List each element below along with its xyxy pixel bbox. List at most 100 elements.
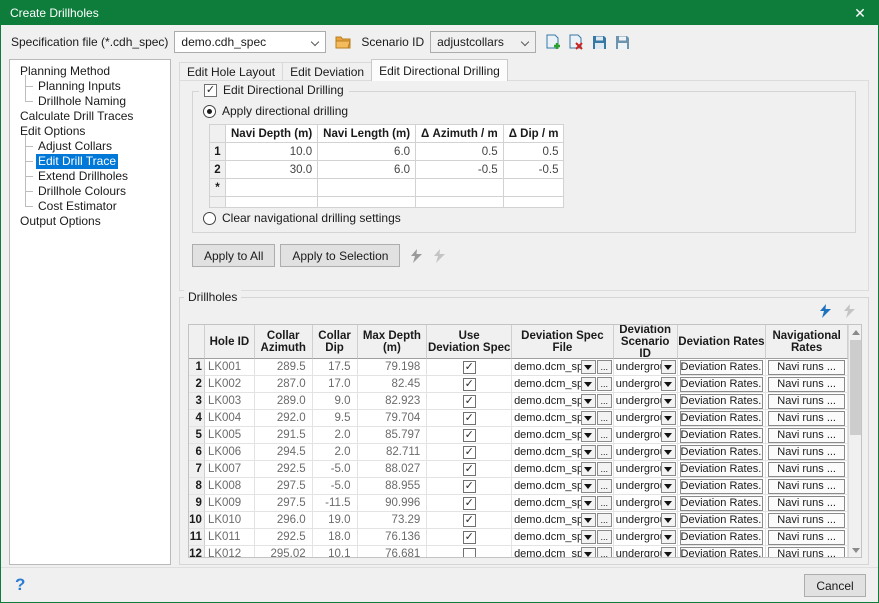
collar-azimuth-cell[interactable]: 287.0 <box>255 376 313 393</box>
use-deviation-checkbox[interactable]: ✓ <box>463 514 476 527</box>
collar-dip-cell[interactable]: 18.0 <box>313 529 358 546</box>
use-deviation-checkbox[interactable]: ✓ <box>463 361 476 374</box>
deviation-spec-browse-button[interactable]: ... <box>597 547 612 557</box>
clear-navigational-option[interactable]: Clear navigational drilling settings <box>203 211 401 225</box>
deviation-spec-dropdown-icon[interactable] <box>581 547 596 557</box>
tab-edit-directional-drilling[interactable]: Edit Directional Drilling <box>371 59 508 81</box>
deviation-spec-browse-button[interactable]: ... <box>597 462 612 476</box>
collar-azimuth-cell[interactable]: 289.0 <box>255 393 313 410</box>
use-deviation-checkbox[interactable]: ✓ <box>463 446 476 459</box>
delta-dip-cell[interactable]: 0.5 <box>503 143 564 161</box>
delta-azimuth-cell[interactable] <box>416 179 504 197</box>
deviation-spec-dropdown-icon[interactable] <box>581 360 596 374</box>
hole-id-cell[interactable]: LK005 <box>205 427 255 444</box>
deviation-scenario-dropdown-icon[interactable] <box>661 513 676 527</box>
apply-to-all-button[interactable]: Apply to All <box>192 244 275 267</box>
sidebar-item-drillhole-colours[interactable]: Drillhole Colours <box>14 184 170 199</box>
navi-depth-cell[interactable] <box>226 179 318 197</box>
apply-flash-icon[interactable] <box>410 249 423 263</box>
collar-azimuth-cell[interactable]: 292.5 <box>255 461 313 478</box>
apply-directional-drilling-option[interactable]: Apply directional drilling <box>203 104 348 118</box>
collar-dip-cell[interactable]: 19.0 <box>313 512 358 529</box>
row-number[interactable]: 6 <box>189 444 205 461</box>
row-number[interactable]: 9 <box>189 495 205 512</box>
deviation-scenario-dropdown-icon[interactable] <box>661 428 676 442</box>
row-number[interactable]: 8 <box>189 478 205 495</box>
deviation-spec-browse-button[interactable]: ... <box>597 530 612 544</box>
row-number[interactable]: 3 <box>189 393 205 410</box>
sidebar-item-planning-inputs[interactable]: Planning Inputs <box>14 79 170 94</box>
max-depth-cell[interactable]: 82.711 <box>358 444 428 461</box>
hole-id-cell[interactable]: LK003 <box>205 393 255 410</box>
new-scenario-icon[interactable] <box>544 33 562 51</box>
vertical-scrollbar[interactable] <box>848 325 861 557</box>
sidebar-item-output-options[interactable]: Output Options <box>14 214 170 229</box>
navigational-rates-button[interactable]: Navi runs ... <box>768 462 845 477</box>
hole-id-cell[interactable]: LK011 <box>205 529 255 546</box>
collar-dip-cell[interactable]: -11.5 <box>313 495 358 512</box>
hole-id-cell[interactable]: LK002 <box>205 376 255 393</box>
collar-azimuth-cell[interactable]: 291.5 <box>255 427 313 444</box>
navi-depth-cell[interactable]: 10.0 <box>226 143 318 161</box>
max-depth-cell[interactable]: 88.955 <box>358 478 428 495</box>
sidebar-item-calculate-drill-traces[interactable]: Calculate Drill Traces <box>14 109 170 124</box>
row-number[interactable]: 11 <box>189 529 205 546</box>
delta-dip-cell[interactable] <box>503 197 564 208</box>
collar-azimuth-cell[interactable]: 289.5 <box>255 359 313 376</box>
deviation-rates-button[interactable]: Deviation Rates... <box>680 479 764 494</box>
clear-navigational-radio[interactable] <box>203 212 216 225</box>
hole-id-cell[interactable]: LK009 <box>205 495 255 512</box>
deviation-rates-button[interactable]: Deviation Rates... <box>680 513 764 528</box>
sidebar-item-cost-estimator[interactable]: Cost Estimator <box>14 199 170 214</box>
delete-scenario-icon[interactable] <box>567 33 585 51</box>
deviation-spec-browse-button[interactable]: ... <box>597 411 612 425</box>
row-number[interactable]: 5 <box>189 427 205 444</box>
deviation-scenario-dropdown-icon[interactable] <box>661 411 676 425</box>
navi-length-cell[interactable] <box>318 197 416 208</box>
deviation-rates-button[interactable]: Deviation Rates... <box>680 411 764 426</box>
sidebar-item-planning-method[interactable]: Planning Method <box>14 64 170 79</box>
navi-length-cell[interactable]: 6.0 <box>318 143 416 161</box>
navigational-rates-button[interactable]: Navi runs ... <box>768 445 845 460</box>
collar-azimuth-cell[interactable]: 296.0 <box>255 512 313 529</box>
collar-dip-cell[interactable]: 2.0 <box>313 444 358 461</box>
deviation-scenario-dropdown-icon[interactable] <box>661 530 676 544</box>
deviation-spec-browse-button[interactable]: ... <box>597 377 612 391</box>
edit-directional-drilling-checkbox[interactable]: ✓ <box>204 84 217 97</box>
scroll-down-icon[interactable] <box>849 543 862 557</box>
use-deviation-checkbox[interactable]: ✓ <box>463 463 476 476</box>
spec-file-combobox[interactable]: demo.cdh_spec <box>174 31 326 53</box>
deviation-spec-browse-button[interactable]: ... <box>597 394 612 408</box>
navigational-rates-button[interactable]: Navi runs ... <box>768 377 845 392</box>
deviation-rates-button[interactable]: Deviation Rates... <box>680 496 764 511</box>
row-number[interactable]: 2 <box>189 376 205 393</box>
open-folder-icon[interactable] <box>334 33 352 51</box>
navigational-rates-button[interactable]: Navi runs ... <box>768 360 845 375</box>
sidebar-item-drillhole-naming[interactable]: Drillhole Naming <box>14 94 170 109</box>
navigational-rates-button[interactable]: Navi runs ... <box>768 530 845 545</box>
deviation-scenario-dropdown-icon[interactable] <box>661 360 676 374</box>
collar-azimuth-cell[interactable]: 297.5 <box>255 478 313 495</box>
delta-azimuth-cell[interactable]: -0.5 <box>416 161 504 179</box>
collar-azimuth-cell[interactable]: 292.5 <box>255 529 313 546</box>
use-deviation-checkbox[interactable]: ✓ <box>463 531 476 544</box>
collar-dip-cell[interactable]: 10.1 <box>313 546 358 557</box>
use-deviation-checkbox[interactable]: ✓ <box>463 412 476 425</box>
hole-id-cell[interactable]: LK010 <box>205 512 255 529</box>
deviation-spec-browse-button[interactable]: ... <box>597 428 612 442</box>
deviation-spec-browse-button[interactable]: ... <box>597 479 612 493</box>
delta-azimuth-cell[interactable]: 0.5 <box>416 143 504 161</box>
max-depth-cell[interactable]: 76.136 <box>358 529 428 546</box>
collar-azimuth-cell[interactable]: 294.5 <box>255 444 313 461</box>
deviation-scenario-dropdown-icon[interactable] <box>661 462 676 476</box>
deviation-spec-dropdown-icon[interactable] <box>581 513 596 527</box>
collar-dip-cell[interactable]: -5.0 <box>313 478 358 495</box>
scenario-id-combobox[interactable]: adjustcollars <box>430 31 536 53</box>
deviation-spec-browse-button[interactable]: ... <box>597 513 612 527</box>
deviation-rates-button[interactable]: Deviation Rates... <box>680 445 764 460</box>
max-depth-cell[interactable]: 79.198 <box>358 359 428 376</box>
deviation-scenario-dropdown-icon[interactable] <box>661 445 676 459</box>
deviation-spec-dropdown-icon[interactable] <box>581 496 596 510</box>
row-number[interactable]: 12 <box>189 546 205 557</box>
hole-id-cell[interactable]: LK008 <box>205 478 255 495</box>
